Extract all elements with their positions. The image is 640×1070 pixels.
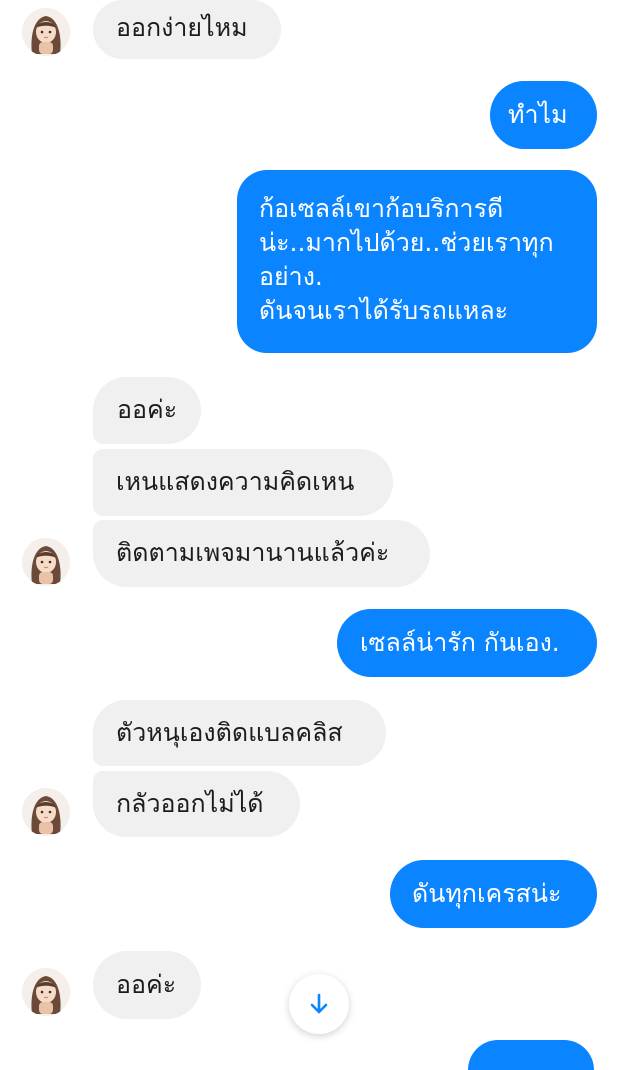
message-outgoing[interactable]: ก้อเซลล์เขาก้อบริการดี น่ะ..มากไปด้วย..ช… bbox=[237, 170, 597, 353]
message-outgoing[interactable]: ดันทุกเครสน่ะ bbox=[390, 860, 597, 928]
message-incoming[interactable]: กลัวออกไม่ได้ bbox=[93, 771, 300, 837]
message-incoming[interactable]: เหนแสดงความคิดเหน bbox=[93, 449, 393, 516]
avatar-girl-icon bbox=[22, 788, 70, 836]
contact-avatar[interactable] bbox=[22, 968, 70, 1016]
chat-thread[interactable]: ออกง่ายไหม ทำไม ก้อเซลล์เขาก้อบริการดี น… bbox=[0, 0, 640, 1070]
scroll-to-bottom-button[interactable] bbox=[289, 974, 349, 1034]
contact-avatar[interactable] bbox=[22, 8, 70, 56]
avatar-girl-icon bbox=[22, 8, 70, 56]
message-outgoing[interactable]: เซลล์น่ารัก กันเอง. bbox=[337, 609, 597, 677]
message-outgoing[interactable]: ทำไม bbox=[490, 81, 597, 149]
message-outgoing-partial[interactable] bbox=[468, 1040, 594, 1070]
message-incoming[interactable]: ออค่ะ bbox=[93, 951, 201, 1019]
avatar-girl-icon bbox=[22, 538, 70, 586]
message-incoming[interactable]: ออกง่ายไหม bbox=[93, 0, 281, 59]
message-incoming[interactable]: ติดตามเพจมานานแล้วค่ะ bbox=[93, 520, 430, 587]
message-incoming[interactable]: ออค่ะ bbox=[93, 377, 201, 444]
contact-avatar[interactable] bbox=[22, 538, 70, 586]
avatar-girl-icon bbox=[22, 968, 70, 1016]
message-incoming[interactable]: ตัวหนุเองติดแบลคลิส bbox=[93, 700, 386, 766]
contact-avatar[interactable] bbox=[22, 788, 70, 836]
arrow-down-icon bbox=[310, 993, 328, 1014]
